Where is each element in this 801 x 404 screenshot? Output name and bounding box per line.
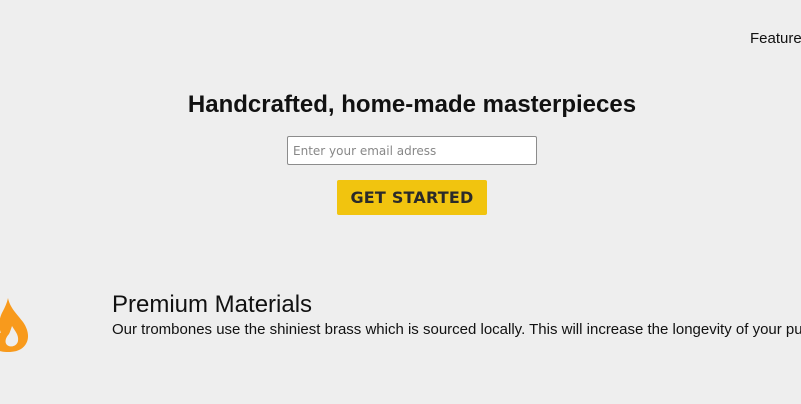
hero-title: Handcrafted, home-made masterpieces xyxy=(187,91,637,118)
landing-page: Features Handcrafted, home-made masterpi… xyxy=(0,0,801,404)
email-input[interactable] xyxy=(287,136,537,165)
nav-link-features[interactable]: Features xyxy=(750,29,801,49)
feature-title: Premium Materials xyxy=(112,291,313,318)
get-started-button[interactable]: GET STARTED xyxy=(337,180,487,215)
fire-icon xyxy=(0,296,32,353)
feature-description: Our trombones use the shiniest brass whi… xyxy=(112,321,801,338)
